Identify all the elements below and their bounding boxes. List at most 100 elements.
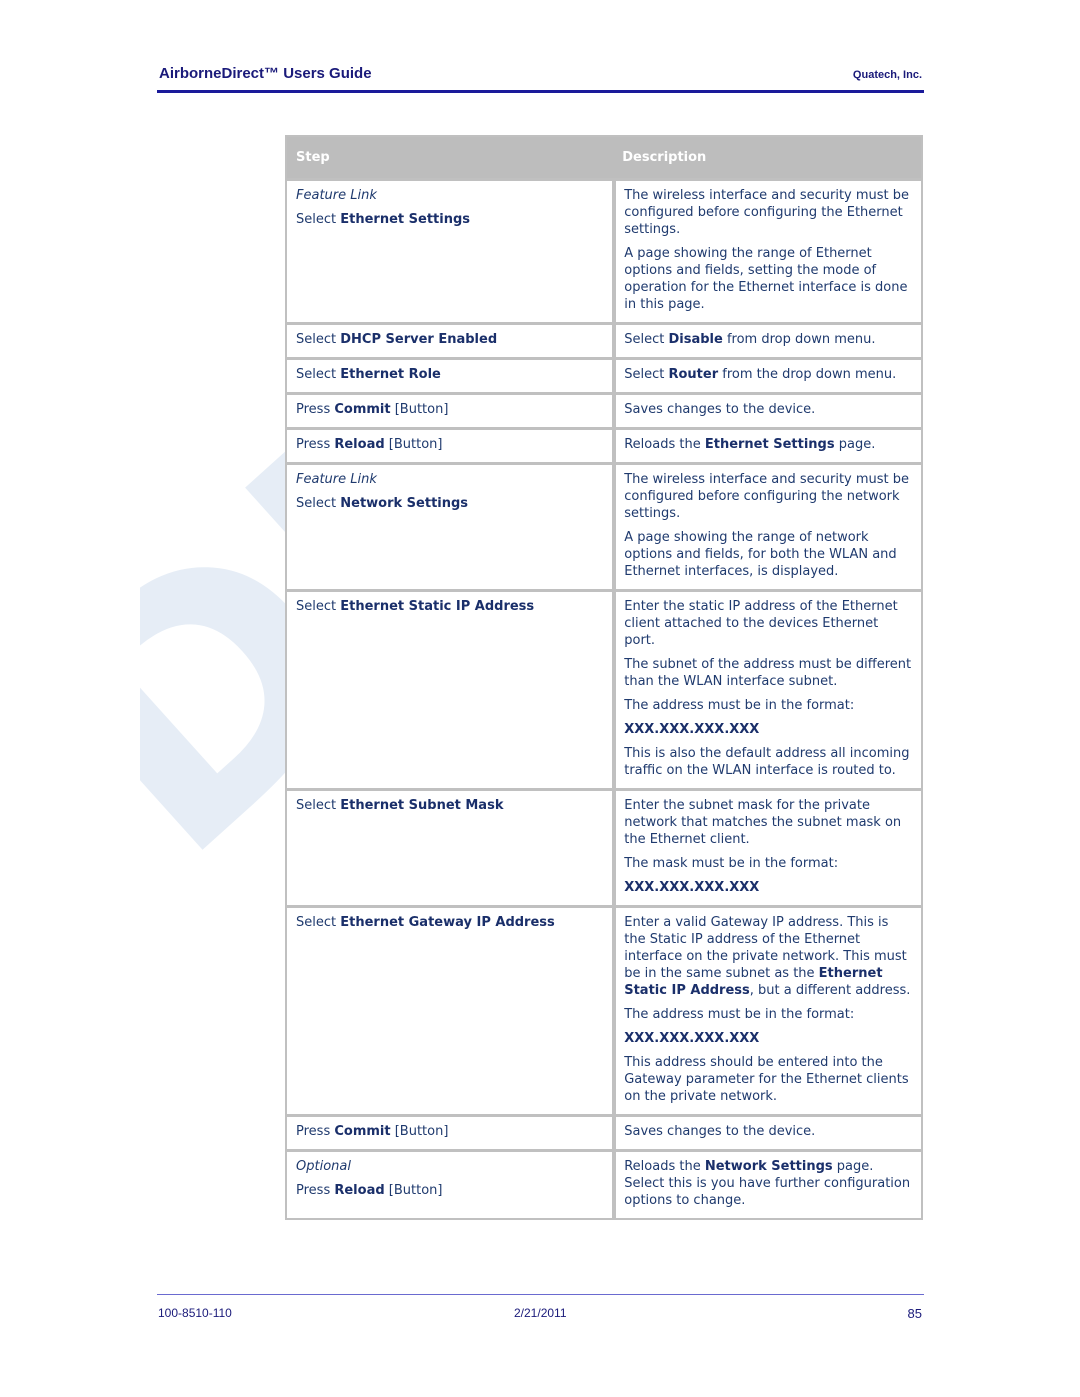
step-verb: Select [296, 367, 341, 382]
description-text: Reloads the Ethernet Settings page. [624, 436, 912, 453]
description-prefix: Select [624, 367, 669, 382]
table-row: Select Ethernet Static IP Address Enter t… [287, 589, 921, 788]
page-header: AirborneDirect™ Users Guide Quatech, Inc… [157, 62, 924, 92]
step-instruction: Press Reload [Button] [296, 1182, 603, 1199]
table-row: Select Ethernet Role Select Router from t… [287, 357, 921, 392]
page-number: 85 [907, 1306, 922, 1321]
step-verb: Select [296, 599, 341, 614]
address-format: XXX.XXX.XXX.XXX [624, 1031, 760, 1046]
step-suffix: [Button] [390, 1124, 449, 1139]
description-cell: Enter the static IP address of the Ether… [612, 589, 921, 788]
address-format: XXX.XXX.XXX.XXX [624, 880, 760, 895]
step-target: Ethernet Static IP Address [340, 599, 535, 614]
step-cell: Select Ethernet Static IP Address [287, 589, 613, 788]
step-verb: Press [296, 402, 335, 417]
step-instruction: Select Network Settings [296, 495, 603, 512]
step-verb: Select [296, 915, 341, 930]
table-row: Select DHCP Server Enabled Select Disable… [287, 322, 921, 357]
document-date: 2/21/2011 [514, 1306, 567, 1320]
step-cell: Feature Link Select Network Settings [287, 462, 613, 589]
table-row: Press Reload [Button] Reloads the Etherne… [287, 427, 921, 462]
step-cell: Select Ethernet Subnet Mask [287, 788, 613, 905]
step-instruction: Select Ethernet Role [296, 366, 603, 383]
step-verb: Select [296, 496, 341, 511]
description-text: Select Router from the drop down menu. [624, 366, 912, 383]
table-row: Press Commit [Button] Saves changes to th… [287, 392, 921, 427]
step-instruction: Press Commit [Button] [296, 1123, 603, 1140]
description-suffix: page. [834, 437, 876, 452]
description-paragraph: Enter the static IP address of the Ether… [624, 599, 898, 648]
description-emphasis: Disable [668, 332, 723, 347]
step-target: Commit [334, 1124, 391, 1139]
step-target: Ethernet Gateway IP Address [340, 915, 555, 930]
step-verb: Press [296, 437, 335, 452]
description-paragraph: The wireless interface and security must… [624, 188, 910, 237]
description-paragraph: A page showing the range of network opti… [624, 530, 897, 579]
step-cell: Press Reload [Button] [287, 427, 613, 462]
description-suffix: from drop down menu. [722, 332, 876, 347]
step-target: Ethernet Settings [340, 212, 471, 227]
step-cell: Optional Press Reload [Button] [287, 1149, 613, 1218]
step-cell: Select Ethernet Role [287, 357, 613, 392]
company-name: Quatech, Inc. [852, 69, 922, 81]
table-row: Optional Press Reload [Button] Reloads the… [287, 1149, 921, 1218]
step-target: DHCP Server Enabled [340, 332, 498, 347]
description-cell: Reloads the Ethernet Settings page. [612, 427, 921, 462]
table-row: Feature Link Select Ethernet Settings The … [287, 178, 921, 322]
description-paragraph: This is also the default address all inc… [624, 746, 910, 778]
description-paragraph: Enter the subnet mask for the private ne… [624, 798, 902, 847]
step-verb: Select [296, 798, 341, 813]
description-tail: , but a different address. [749, 983, 911, 998]
description-cell: Enter a valid Gateway IP address. This i… [612, 905, 921, 1114]
description-suffix: from the drop down menu. [718, 367, 897, 382]
step-note: Feature Link [296, 188, 377, 203]
description-cell: The wireless interface and security must… [612, 178, 921, 322]
step-verb: Press [296, 1124, 335, 1139]
step-target: Commit [334, 402, 391, 417]
description-paragraph: Saves changes to the device. [624, 402, 816, 417]
description-text: Enter a valid Gateway IP address. This i… [624, 914, 912, 999]
table-row: Select Ethernet Gateway IP Address Enter … [287, 905, 921, 1114]
footer-divider [157, 1294, 924, 1295]
description-paragraph: The address must be in the format: [624, 698, 855, 713]
step-target: Network Settings [340, 496, 469, 511]
step-verb: Select [296, 332, 341, 347]
description-paragraph: The wireless interface and security must… [624, 472, 910, 521]
step-suffix: [Button] [384, 1183, 443, 1198]
step-note: Optional [296, 1159, 351, 1174]
description-prefix: Reloads the [624, 1159, 705, 1174]
step-suffix: [Button] [390, 402, 449, 417]
document-title: AirborneDirect™ Users Guide [159, 65, 372, 82]
table-row: Select Ethernet Subnet Mask Enter the sub… [287, 788, 921, 905]
description-cell: Saves changes to the device. [612, 392, 921, 427]
document-number: 100-8510-110 [158, 1306, 232, 1320]
description-paragraph: Saves changes to the device. [624, 1124, 816, 1139]
description-cell: The wireless interface and security must… [612, 462, 921, 589]
description-paragraph: The address must be in the format: [624, 1007, 855, 1022]
step-verb: Press [296, 1183, 335, 1198]
step-suffix: [Button] [384, 437, 443, 452]
table-header-row: Step Description [287, 137, 921, 178]
description-cell: Select Disable from drop down menu. [612, 322, 921, 357]
description-paragraph: The subnet of the address must be differ… [624, 657, 912, 689]
step-cell: Press Commit [Button] [287, 1114, 613, 1149]
description-paragraph: The mask must be in the format: [624, 856, 839, 871]
step-target: Ethernet Role [340, 367, 441, 382]
step-cell: Feature Link Select Ethernet Settings [287, 178, 613, 322]
description-cell: Enter the subnet mask for the private ne… [612, 788, 921, 905]
description-emphasis: Network Settings [704, 1159, 833, 1174]
description-prefix: Select [624, 332, 669, 347]
header-divider [157, 90, 924, 93]
table-row: Feature Link Select Network Settings The w… [287, 462, 921, 589]
description-emphasis: Router [668, 367, 719, 382]
table-row: Press Commit [Button] Saves changes to th… [287, 1114, 921, 1149]
step-instruction: Select Ethernet Settings [296, 211, 603, 228]
step-cell: Press Commit [Button] [287, 392, 613, 427]
step-note: Feature Link [296, 472, 377, 487]
step-cell: Select Ethernet Gateway IP Address [287, 905, 613, 1114]
step-instruction: Select Ethernet Static IP Address [296, 598, 603, 615]
step-instruction: Press Reload [Button] [296, 436, 603, 453]
step-instruction: Select Ethernet Gateway IP Address [296, 914, 603, 931]
step-target: Reload [334, 437, 385, 452]
steps-table: Step Description Feature Link Select Ethe… [285, 135, 923, 1220]
